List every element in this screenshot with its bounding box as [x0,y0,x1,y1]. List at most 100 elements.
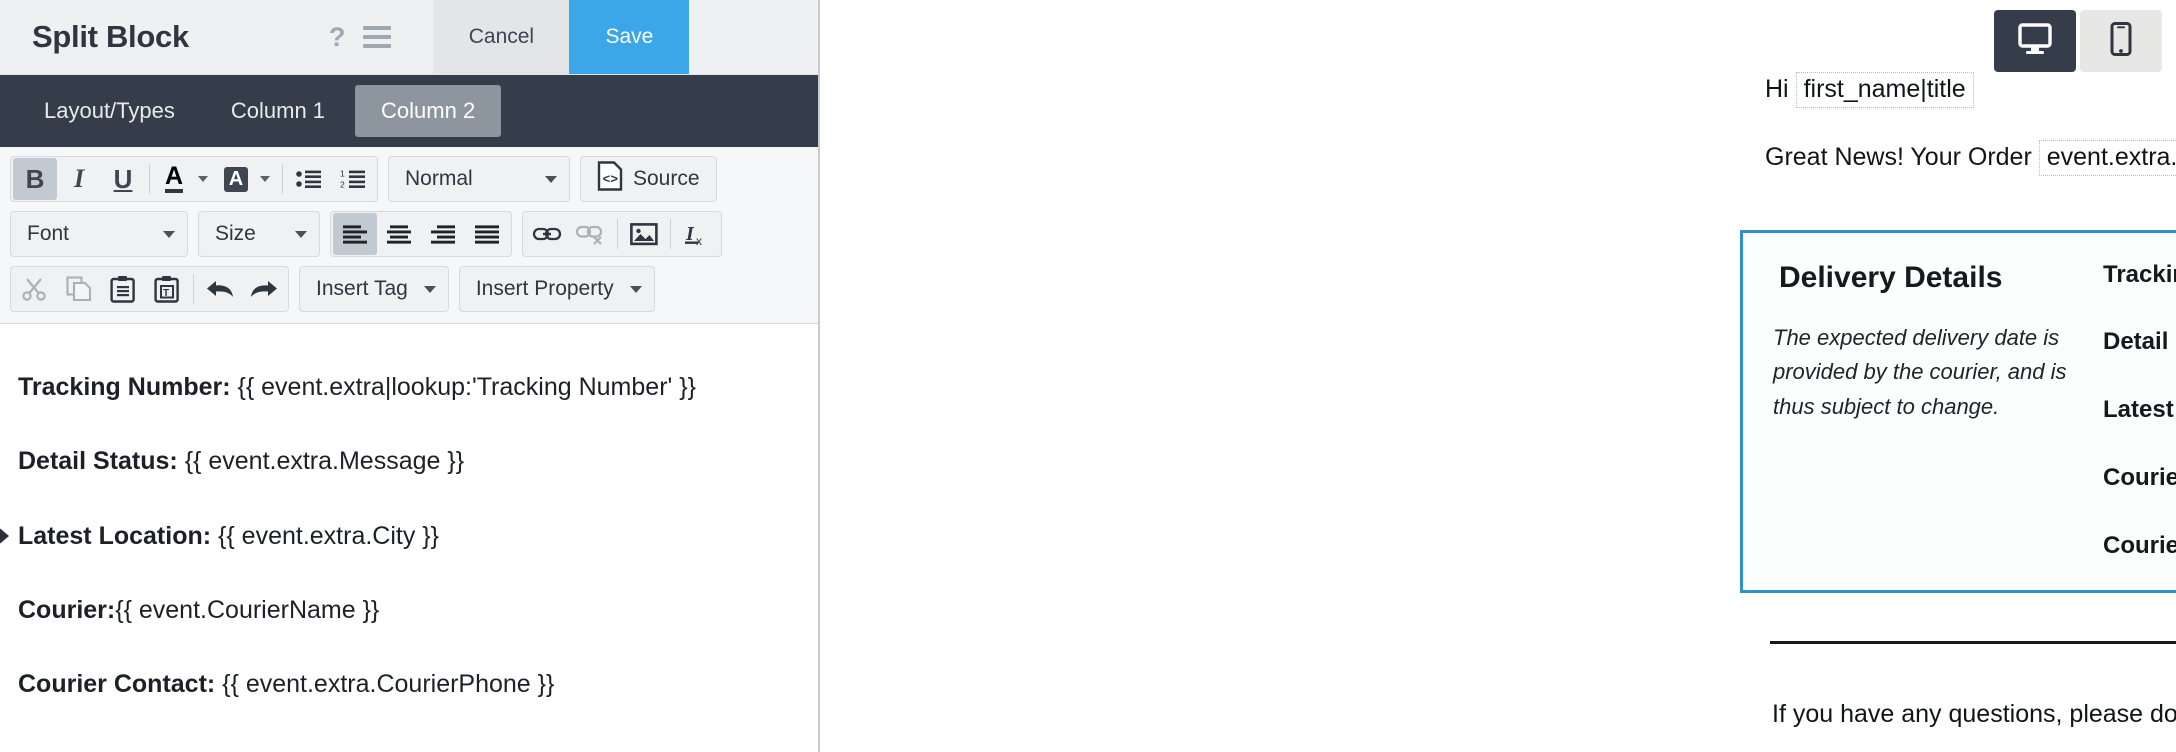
align-left-icon[interactable] [333,213,377,255]
italic-button[interactable]: I [57,158,101,200]
remove-format-icon[interactable]: I x [675,213,719,255]
font-size-value: Size [215,222,256,245]
insert-tag-label: Insert Tag [316,277,408,300]
image-icon[interactable] [622,213,666,255]
toolbar-row-1: B I U A A 1 2 Normal <> Source [10,156,810,202]
undo-arrow-icon[interactable] [198,268,242,310]
editor-line-value: {{ event.extra.Message }} [177,447,465,476]
divider [149,164,150,194]
background-color-chevron-down-icon[interactable] [254,159,276,199]
redo-arrow-icon[interactable] [242,268,286,310]
editor-line-label: Courier Contact: [18,670,216,698]
chevron-down-icon [295,230,307,238]
unlink-icon [569,213,613,255]
email-preview-panel: Hi first_name|title Great News! Your Ord… [820,0,2176,752]
desktop-preview-button[interactable] [1994,10,2076,72]
modal-header: Split Block ? Cancel Save [0,0,818,75]
align-justify-icon[interactable] [465,213,509,255]
svg-text:x: x [696,234,702,247]
link-icon[interactable] [525,213,569,255]
order-prefix: Great News! Your Order [1765,142,2032,171]
footer-question-line: If you have any questions, please don't … [1772,700,2176,729]
chevron-down-icon [629,285,642,293]
merge-token-order-title[interactable]: event.extra.Title [2038,139,2176,176]
delivery-row-label: Tracking Number: [2103,260,2176,288]
text-style-group: B I U A A 1 2 [10,156,378,202]
device-preview-toggle [1994,10,2162,72]
editor-line[interactable]: Courier Contact: {{ event.extra.CourierP… [0,669,818,700]
align-right-icon[interactable] [421,213,465,255]
bold-button[interactable]: B [13,158,57,200]
delivery-row: Tracking Number: {{ event.extra|lookup:'… [2103,261,2176,290]
delivery-details-block[interactable]: Delivery Details The expected delivery d… [1740,229,2176,594]
split-block-editor-screen: Split Block ? Cancel Save Layout/Types C… [0,0,2176,752]
svg-text:1: 1 [340,169,345,179]
editor-line-value: {{ event.extra.CourierPhone }} [215,670,555,698]
font-size-select[interactable]: Size [198,211,320,257]
hamburger-menu-icon[interactable] [363,26,392,48]
chevron-down-icon [545,175,557,183]
text-color-chevron-down-icon[interactable] [192,159,214,199]
text-color-button[interactable]: A [154,159,216,199]
merge-token-first-name[interactable]: first_name|title [1795,72,1974,108]
header-tools: ? [329,23,392,51]
editor-line[interactable]: Tracking Number: {{ event.extra|lookup:'… [0,372,818,403]
editor-line-label: Latest Location: [18,521,212,550]
delivery-row: Detail Status: {{ event.extra.Message }} [2103,328,2176,357]
insert-tag-select[interactable]: Insert Tag [299,266,449,312]
divider [617,219,618,249]
delivery-details-heading: Delivery Details [1779,260,2003,294]
save-button[interactable]: Save [569,0,690,74]
editor-line[interactable]: Detail Status: {{ event.extra.Message }} [0,446,818,477]
source-button[interactable]: <> Source [580,156,717,202]
hamburger-bar [363,26,392,30]
alignment-group [330,211,512,257]
delivery-row: Courier:{{ event.CourierName }} [2103,464,2176,493]
question-mark-icon[interactable]: ? [329,23,346,51]
delivery-row: Latest Location: {{ event.extra.City }} [2103,396,2176,425]
background-color-swatch[interactable]: A [218,159,254,199]
numbered-list-icon[interactable]: 1 2 [331,158,375,200]
svg-text:T: T [163,288,169,299]
cursor-position-marker-icon [0,525,9,548]
hamburger-bar [363,35,392,39]
divider [193,274,194,304]
greeting-prefix: Hi [1765,75,1789,103]
mobile-preview-button[interactable] [2080,10,2162,72]
delivery-row: Courier Contact: {{ event.extra.CourierP… [2103,532,2176,561]
delivery-details-note: The expected delivery date is provided b… [1773,324,2067,420]
align-center-icon[interactable] [377,213,421,255]
clipboard-group: T [10,266,289,312]
text-color-swatch[interactable]: A [156,159,192,199]
font-family-select[interactable]: Font [10,211,188,257]
editor-line[interactable]: Latest Location: {{ event.extra.City }} [0,521,818,552]
paragraph-format-select[interactable]: Normal [388,156,570,202]
rich-text-editor-body[interactable]: Tracking Number: {{ event.extra|lookup:'… [0,324,818,752]
paragraph-format-value: Normal [405,167,473,190]
bulleted-list-icon[interactable] [287,158,331,200]
delivery-row-label: Detail Status: [2103,328,2176,356]
editor-line[interactable]: Courier:{{ event.CourierName }} [0,595,818,626]
delivery-row-label: Latest Location: [2103,396,2176,424]
paste-icon[interactable] [101,268,145,310]
editor-line-value: {{ event.CourierName }} [115,595,380,624]
source-code-icon: <> [597,161,623,197]
delivery-row-label: Courier Contact: [2103,531,2176,559]
font-family-value: Font [27,222,70,245]
rich-text-toolbar: B I U A A 1 2 Normal <> Source Font Size… [0,147,818,324]
editor-line-label: Detail Status: [18,447,178,476]
underline-button[interactable]: U [101,158,145,200]
background-color-button[interactable]: A [216,159,278,199]
insert-property-select[interactable]: Insert Property [458,266,655,312]
cancel-button[interactable]: Cancel [433,0,570,74]
header-actions: Cancel Save [433,0,690,74]
block-editor-panel: Split Block ? Cancel Save Layout/Types C… [0,0,820,752]
email-footer: If you have any questions, please don't … [820,698,2176,752]
editor-line-label: Courier: [18,595,116,624]
tab-layout-types[interactable]: Layout/Types [18,85,201,137]
svg-text:<>: <> [603,172,619,187]
paste-as-text-icon[interactable]: T [145,268,189,310]
tab-column-2[interactable]: Column 2 [355,85,502,137]
tab-column-1[interactable]: Column 1 [205,85,351,137]
insert-group: I x [522,211,722,257]
